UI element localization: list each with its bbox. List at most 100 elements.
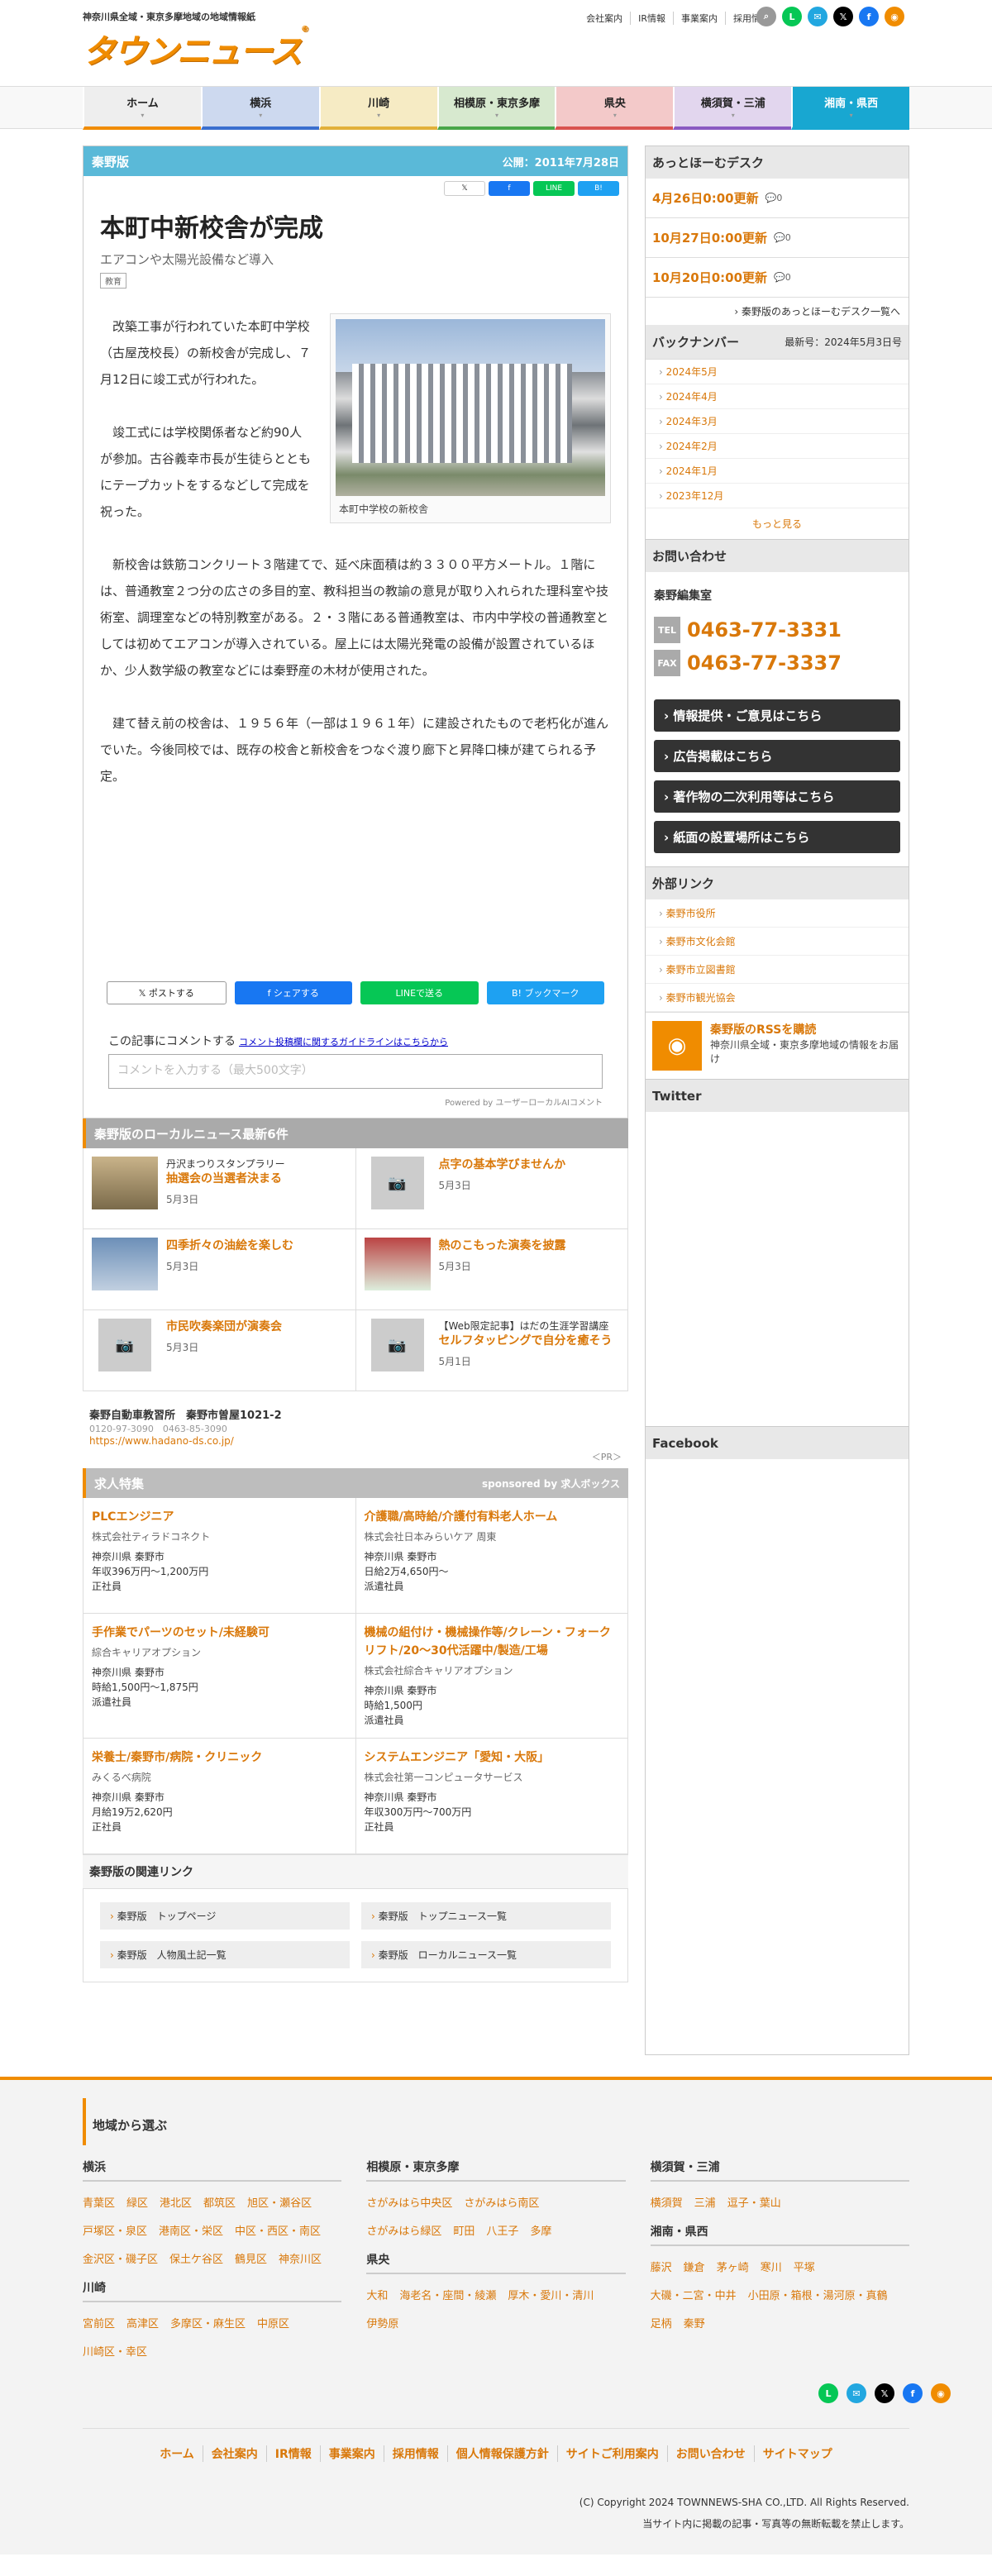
footer-area-link[interactable]: 厚木・愛川・清川 [508, 2283, 594, 2311]
news-title[interactable]: 市民吹奏楽団が演奏会 [166, 1319, 282, 1335]
footer-area-link[interactable]: 三浦 [694, 2190, 716, 2218]
footer-area-link[interactable]: 小田原・箱根・湯河原・真鶴 [748, 2283, 888, 2311]
footer-area-link[interactable]: 神奈川区 [279, 2246, 322, 2274]
info-button[interactable]: 情報提供・ご意見はこちら [654, 699, 900, 732]
rss-title[interactable]: 秦野版のRSSを購読 [710, 1021, 902, 1038]
footer-area-link[interactable]: 秦野 [684, 2311, 705, 2339]
local-news-item[interactable]: 📷 市民吹奏楽団が演奏会 5月3日 [83, 1310, 356, 1391]
footer-nav-link[interactable]: IR情報 [265, 2445, 320, 2462]
share-line-small[interactable]: LINE [533, 181, 575, 196]
facebook-icon[interactable]: f [859, 7, 879, 26]
share-button-3[interactable]: B! ブックマーク [486, 981, 604, 1004]
school-building-photo[interactable] [336, 319, 605, 496]
footer-area-link[interactable]: 宮前区 [83, 2311, 115, 2339]
job-card[interactable]: 介護職/高時給/介護付有料老人ホーム 株式会社日本みらいケア 周東 神奈川県 秦野市… [355, 1498, 628, 1614]
job-title[interactable]: 介護職/高時給/介護付有料老人ホーム [365, 1508, 620, 1526]
footer-area-link[interactable]: 大磯・二宮・中井 [651, 2283, 737, 2311]
footer-area-link[interactable]: さがみはら緑区 [366, 2218, 441, 2246]
job-card[interactable]: PLCエンジニア 株式会社ティラドコネクト 神奈川県 秦野市 年収396万円〜1,20… [83, 1498, 356, 1614]
comment-guideline-link[interactable]: コメント投稿欄に関するガイドラインはこちらから [239, 1037, 448, 1047]
job-title[interactable]: 栄養士/秦野市/病院・クリニック [92, 1748, 347, 1767]
job-card[interactable]: 手作業でパーツのセット/未経験可 綜合キャリアオプション 神奈川県 秦野市 時給1,5… [83, 1614, 356, 1739]
backnumber-see-more[interactable]: もっと見る [646, 508, 909, 539]
distribution-button[interactable]: 紙面の設置場所はこちら [654, 821, 900, 853]
share-button-0[interactable]: 𝕏 ポストする [107, 981, 227, 1004]
footer-area-link[interactable]: 寒川 [761, 2254, 782, 2283]
backnumber-item[interactable]: 2023年12月 [646, 484, 909, 508]
footer-nav-link[interactable]: 事業案内 [319, 2445, 384, 2462]
x-icon[interactable]: 𝕏 [875, 2383, 894, 2403]
footer-area-link[interactable]: 鶴見区 [235, 2246, 267, 2274]
job-title[interactable]: PLCエンジニア [92, 1508, 347, 1526]
footer-area-link[interactable]: 平塚 [794, 2254, 815, 2283]
footer-area-link[interactable]: 茅ヶ崎 [717, 2254, 749, 2283]
footer-nav-link[interactable]: お問い合わせ [666, 2445, 754, 2462]
chat-icon[interactable]: ✉ [847, 2383, 866, 2403]
job-card[interactable]: 機械の組付け・機械操作等/クレーン・フォークリフト/20〜30代活躍中/製造/工… [355, 1614, 628, 1739]
chat-icon[interactable]: ✉ [808, 7, 827, 26]
footer-nav-link[interactable]: ホーム [151, 2445, 203, 2462]
footer-area-link[interactable]: 町田 [453, 2218, 475, 2246]
desk-update[interactable]: 4月26日0:00更新 💬0 [646, 179, 909, 218]
footer-area-link[interactable]: 港南区・栄区 [159, 2218, 223, 2246]
news-title[interactable]: 熱のこもった演奏を披露 [439, 1238, 566, 1254]
news-thumbnail[interactable] [92, 1238, 158, 1290]
job-title[interactable]: 機械の組付け・機械操作等/クレーン・フォークリフト/20〜30代活躍中/製造/工… [365, 1624, 620, 1660]
share-button-2[interactable]: LINEで送る [360, 981, 479, 1004]
tel-number[interactable]: 0463-77-3331 [687, 618, 842, 642]
footer-area-link[interactable]: 高津区 [126, 2311, 159, 2339]
external-link[interactable]: 秦野市役所 [646, 899, 909, 928]
external-link[interactable]: 秦野市観光協会 [646, 984, 909, 1012]
local-news-item[interactable]: 熱のこもった演奏を披露 5月3日 [355, 1229, 628, 1310]
ad-button[interactable]: 広告掲載はこちら [654, 740, 900, 772]
related-link[interactable]: 秦野版 人物風土記一覧 [100, 1941, 350, 1968]
comment-powered-by[interactable]: Powered by ユーザーローカルAIコメント [108, 1089, 603, 1118]
footer-area-link[interactable]: 鎌倉 [684, 2254, 705, 2283]
search-icon[interactable]: ⌕ [756, 7, 776, 26]
pr-url[interactable]: https://www.hadano-ds.co.jp/ [89, 1435, 622, 1447]
share-facebook-small[interactable]: f [489, 181, 530, 196]
footer-nav-link[interactable]: 会社案内 [202, 2445, 266, 2462]
external-link[interactable]: 秦野市立図書館 [646, 956, 909, 984]
footer-area-link[interactable]: 伊勢原 [366, 2311, 398, 2339]
footer-area-link[interactable]: 海老名・座間・綾瀬 [399, 2283, 496, 2311]
backnumber-item[interactable]: 2024年3月 [646, 409, 909, 434]
footer-area-link[interactable]: 保土ケ谷区 [169, 2246, 223, 2274]
rss-block[interactable]: ◉ 秦野版のRSSを購読 神奈川県全域・東京多摩地域の情報をお届け [646, 1012, 909, 1079]
news-title[interactable]: 点字の基本学びませんか [439, 1157, 566, 1173]
job-title[interactable]: 手作業でパーツのセット/未経験可 [92, 1624, 347, 1642]
external-link[interactable]: 秦野市文化会館 [646, 928, 909, 956]
header-link-company[interactable]: 会社案内 [579, 12, 630, 25]
footer-nav-link[interactable]: 採用情報 [383, 2445, 447, 2462]
footer-area-link[interactable]: 青葉区 [83, 2190, 115, 2218]
rss-icon[interactable]: ◉ [885, 7, 904, 26]
backnumber-item[interactable]: 2024年1月 [646, 459, 909, 484]
nav-tab-6[interactable]: 湘南・県西 ▾ [791, 87, 910, 130]
footer-area-link[interactable]: 戸塚区・泉区 [83, 2218, 147, 2246]
nav-tab-0[interactable]: ホーム ▾ [83, 87, 201, 130]
job-card[interactable]: システムエンジニア「愛知・大阪」 株式会社第一コンピュータサービス 神奈川県 秦野市… [355, 1739, 628, 1854]
rss-icon[interactable]: ◉ [931, 2383, 951, 2403]
footer-area-link[interactable]: さがみはら南区 [464, 2190, 539, 2218]
share-button-1[interactable]: f シェアする [234, 981, 352, 1004]
header-link-business[interactable]: 事業案内 [673, 12, 725, 25]
line-icon[interactable]: L [782, 7, 802, 26]
footer-area-link[interactable]: 多摩 [530, 2218, 551, 2246]
footer-area-link[interactable]: 中区・西区・南区 [235, 2218, 321, 2246]
footer-area-link[interactable]: 金沢区・磯子区 [83, 2246, 158, 2274]
header-link-ir[interactable]: IR情報 [630, 12, 673, 25]
backnumber-item[interactable]: 2024年5月 [646, 360, 909, 384]
x-icon[interactable]: 𝕏 [833, 7, 853, 26]
footer-area-link[interactable]: 緑区 [126, 2190, 148, 2218]
footer-area-link[interactable]: 港北区 [160, 2190, 192, 2218]
local-news-item[interactable]: 📷 点字の基本学びませんか 5月3日 [355, 1148, 628, 1229]
related-link[interactable]: 秦野版 トップページ [100, 1902, 350, 1930]
footer-nav-link[interactable]: サイトご利用案内 [556, 2445, 667, 2462]
job-title[interactable]: システムエンジニア「愛知・大阪」 [365, 1748, 620, 1767]
facebook-icon[interactable]: f [903, 2383, 923, 2403]
news-thumbnail[interactable] [92, 1157, 158, 1209]
nav-tab-1[interactable]: 横浜 ▾ [200, 87, 319, 130]
footer-area-link[interactable]: 旭区・瀬谷区 [247, 2190, 312, 2218]
desk-update[interactable]: 10月27日0:00更新 💬0 [646, 218, 909, 258]
category-tag[interactable]: 教育 [100, 273, 126, 289]
